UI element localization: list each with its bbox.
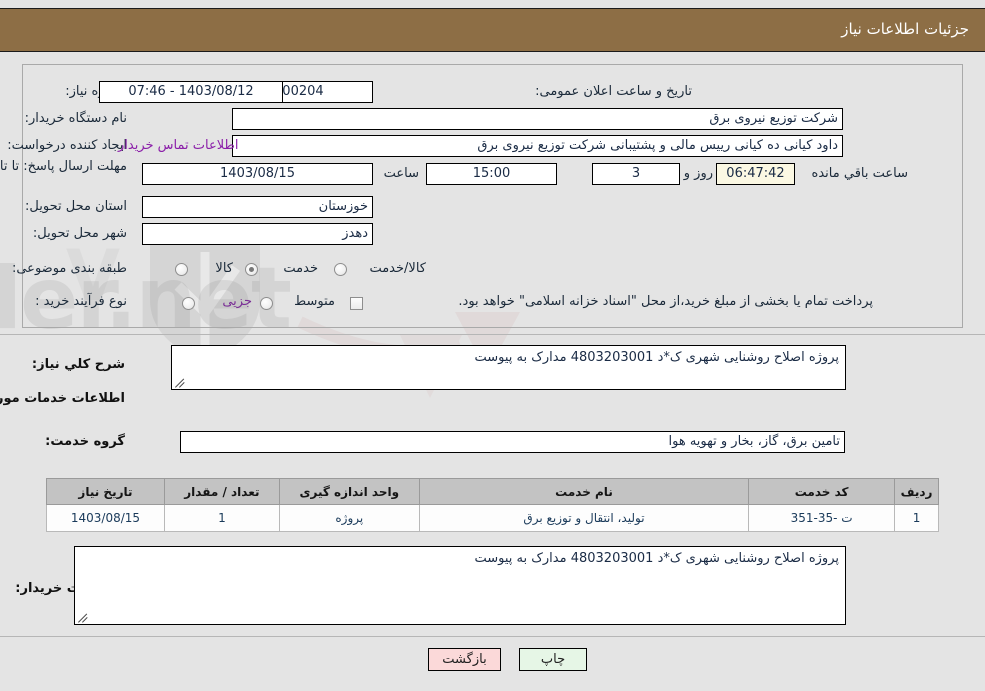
divider-top: [0, 334, 985, 335]
remaining-time-field: 06:47:42: [716, 163, 795, 185]
city-field[interactable]: دهدز: [142, 223, 373, 245]
service-group-label: گروه خدمت:: [45, 434, 125, 449]
cell-service-code: ت -35-351: [748, 504, 896, 532]
treasury-bond-note: پرداخت تمام یا بخشی از مبلغ خرید،از محل …: [458, 294, 873, 309]
service-group-field[interactable]: تامین برق، گاز، بخار و تهویه هوا: [180, 431, 845, 453]
cell-need-date: 1403/08/15: [46, 504, 165, 532]
cell-row-no: 1: [894, 504, 939, 532]
requester-label: ایجاد کننده درخواست:: [7, 138, 127, 153]
page-root: AriaTender.net V جزئیات اطلاعات نیاز شما…: [0, 0, 985, 691]
resize-grip-icon[interactable]: [78, 613, 88, 623]
remaining-days-field: 3: [592, 163, 680, 185]
header-bar: جزئیات اطلاعات نیاز: [0, 8, 985, 52]
print-button[interactable]: چاپ: [519, 648, 587, 671]
province-label: استان محل تحویل:: [25, 199, 127, 214]
resize-grip-icon[interactable]: [175, 378, 185, 388]
remaining-days-suffix: روز و: [683, 166, 713, 181]
general-description-textarea[interactable]: پروژه اصلاح روشنایی شهری ک*د 4803203001 …: [171, 345, 846, 390]
radio-process-motavaset-label: متوسط: [294, 294, 335, 309]
col-need-date: تاریخ نیاز: [46, 478, 165, 505]
general-description-label: شرح کلي نیاز:: [31, 357, 125, 372]
radio-category-kala-khedmat-label: کالا/خدمت: [369, 261, 426, 276]
cell-service-name: تولید، انتقال و توزیع برق: [418, 504, 750, 532]
table-header-row: ردیف کد خدمت نام خدمت واحد اندازه گیری ت…: [46, 478, 939, 505]
table-row[interactable]: 1 ت -35-351 تولید، انتقال و توزیع برق پر…: [46, 504, 939, 532]
radio-category-kala-khedmat[interactable]: [334, 263, 347, 276]
process-label: نوع فرآیند خرید :: [35, 294, 127, 309]
announce-datetime-field[interactable]: 1403/08/12 - 07:46: [99, 81, 283, 103]
page-title: جزئیات اطلاعات نیاز: [841, 20, 969, 38]
requester-field[interactable]: داود کیانی ده کیانی رییس مالی و پشتیبانی…: [232, 135, 843, 157]
radio-process-jozi-label: جزیی: [222, 294, 252, 309]
cell-quantity: 1: [163, 504, 280, 532]
treasury-bond-checkbox[interactable]: [350, 297, 363, 310]
col-service-name: نام خدمت: [418, 478, 750, 505]
buyer-org-label: نام دستگاه خریدار:: [24, 111, 127, 126]
services-table: ردیف کد خدمت نام خدمت واحد اندازه گیری ت…: [46, 478, 939, 532]
col-row-no: ردیف: [894, 478, 939, 505]
col-service-code: کد خدمت: [748, 478, 896, 505]
col-quantity: تعداد / مقدار: [163, 478, 280, 505]
radio-process-jozi[interactable]: [182, 297, 195, 310]
category-label: طبقه بندی موضوعی:: [11, 261, 127, 276]
radio-category-khedmat-label: خدمت: [283, 261, 318, 276]
deadline-hour-field[interactable]: 15:00: [426, 163, 557, 185]
province-field[interactable]: خوزستان: [142, 196, 373, 218]
divider-bottom: [0, 636, 985, 637]
announce-datetime-label: تاریخ و ساعت اعلان عمومی:: [535, 84, 692, 99]
radio-category-kala[interactable]: [175, 263, 188, 276]
cell-unit: پروژه: [278, 504, 420, 532]
services-section-title: اطلاعات خدمات مورد نیاز: [0, 391, 125, 406]
buyer-notes-textarea[interactable]: پروژه اصلاح روشنایی شهری ک*د 4803203001 …: [74, 546, 846, 625]
buyer-notes-value: پروژه اصلاح روشنایی شهری ک*د 4803203001 …: [474, 551, 840, 566]
services-table-wrapper: ردیف کد خدمت نام خدمت واحد اندازه گیری ت…: [46, 478, 939, 532]
general-description-value: پروژه اصلاح روشنایی شهری ک*د 4803203001 …: [474, 350, 840, 365]
radio-category-kala-label: کالا: [215, 261, 233, 276]
deadline-date-field[interactable]: 1403/08/15: [142, 163, 373, 185]
back-button[interactable]: بازگشت: [428, 648, 501, 671]
city-label: شهر محل تحویل:: [32, 226, 127, 241]
col-unit: واحد اندازه گیری: [278, 478, 420, 505]
deadline-label: مهلت ارسال پاسخ: تا تاریخ:: [0, 159, 127, 174]
radio-category-khedmat[interactable]: [245, 263, 258, 276]
buyer-contact-link[interactable]: اطلاعات تماس خریدار: [118, 138, 238, 153]
deadline-hour-label: ساعت: [383, 166, 419, 181]
radio-process-motavaset[interactable]: [260, 297, 273, 310]
buyer-org-field[interactable]: شرکت توزیع نیروی برق: [232, 108, 843, 130]
remaining-time-suffix: ساعت باقي مانده: [811, 166, 908, 181]
